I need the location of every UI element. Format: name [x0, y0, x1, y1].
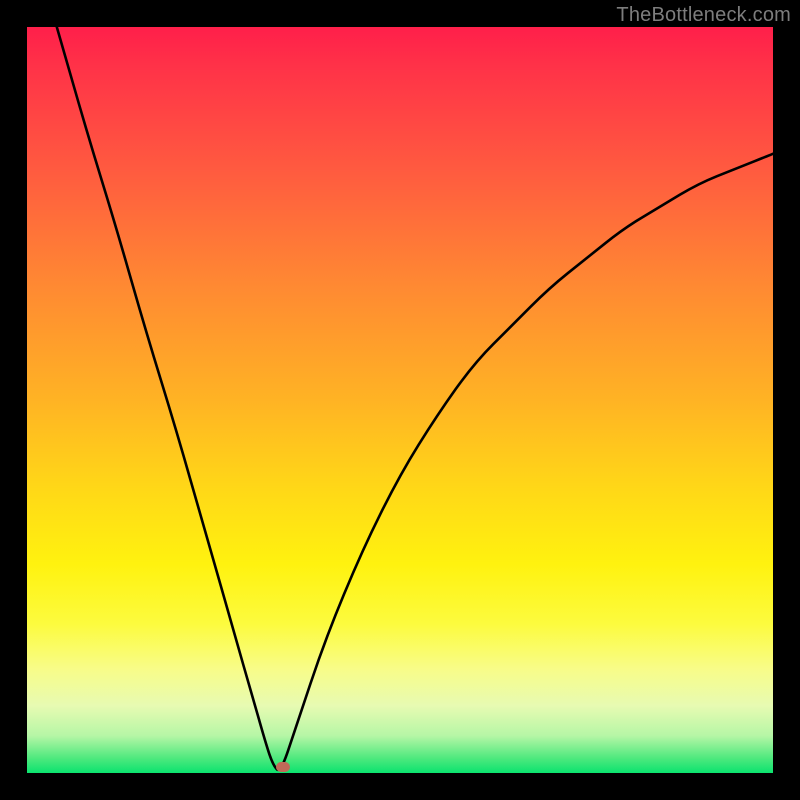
watermark-text: TheBottleneck.com	[616, 4, 791, 27]
bottleneck-curve	[27, 27, 773, 773]
chart-frame: TheBottleneck.com	[0, 0, 800, 800]
optimum-marker	[276, 762, 290, 772]
plot-area	[27, 27, 773, 773]
